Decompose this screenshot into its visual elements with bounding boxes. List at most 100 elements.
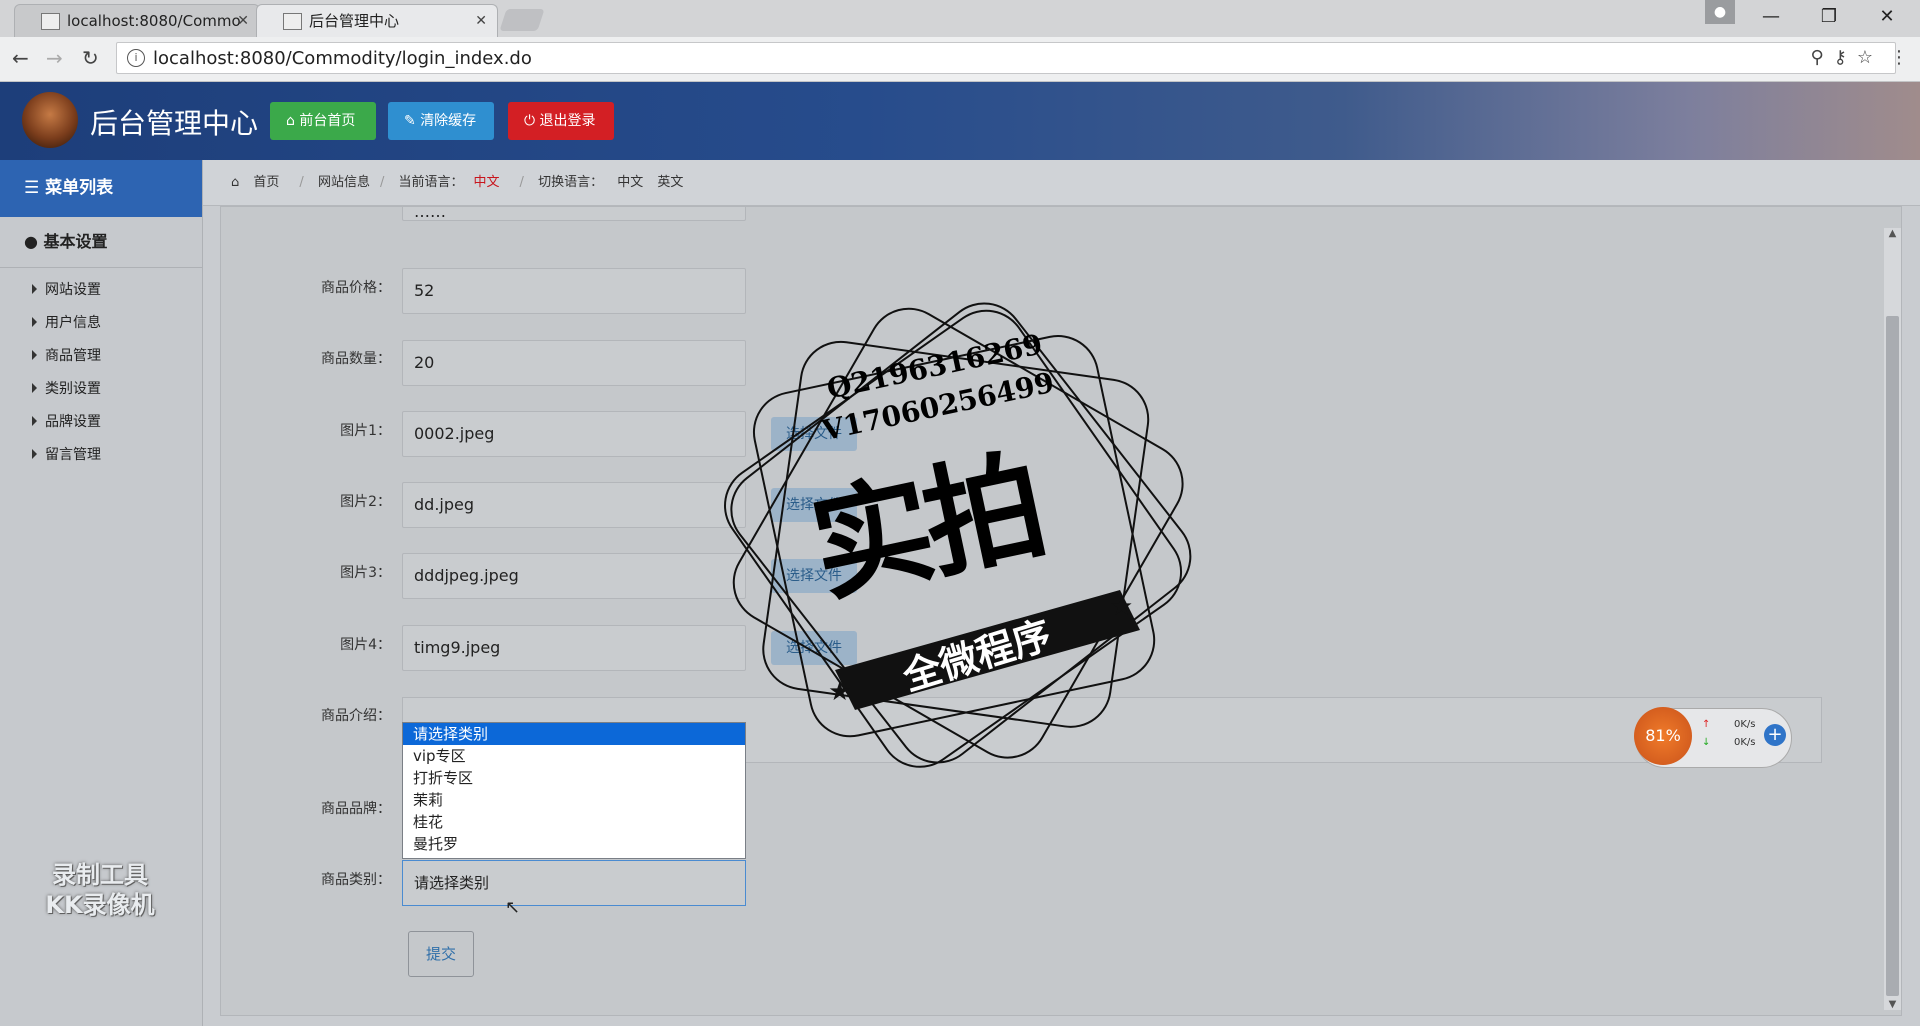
minimize-icon[interactable]: — — [1742, 0, 1800, 34]
site-info-icon[interactable]: i — [127, 49, 145, 67]
close-tab-icon[interactable]: ✕ — [237, 5, 249, 37]
image4-label: 图片4： — [340, 637, 391, 653]
close-window-icon[interactable]: ✕ — [1858, 0, 1916, 34]
close-tab-icon[interactable]: ✕ — [475, 5, 487, 37]
dropdown-option[interactable]: 打折专区 — [403, 767, 745, 789]
image1-input[interactable]: 0002.jpeg — [402, 411, 746, 457]
price-label: 商品价格： — [321, 280, 391, 296]
scroll-down-icon[interactable]: ▼ — [1884, 999, 1901, 1010]
sidebar-item-category-settings[interactable]: 类别设置 — [0, 373, 202, 406]
image1-choose-file-button[interactable]: 选择文件 — [771, 417, 857, 451]
breadcrumb-site-info[interactable]: 网站信息 — [318, 175, 370, 190]
sidebar-item-site-settings[interactable]: 网站设置 — [0, 274, 202, 307]
wrench-icon: ✎ — [404, 113, 416, 129]
quantity-label: 商品数量： — [321, 351, 391, 367]
image2-input[interactable]: dd.jpeg — [402, 482, 746, 528]
dropdown-option[interactable]: 曼托罗 — [403, 833, 745, 855]
url-text: localhost:8080/Commodity/login_index.do — [153, 48, 532, 69]
address-bar[interactable]: i localhost:8080/Commodity/login_index.d… — [116, 42, 1896, 74]
sidebar-item-user-info[interactable]: 用户信息 — [0, 307, 202, 340]
image1-label: 图片1： — [340, 423, 391, 439]
watermark-line: 录制工具 — [52, 861, 148, 889]
watermark-line: KK录像机 — [45, 891, 155, 919]
caret-right-icon — [32, 449, 37, 459]
image3-choose-file-button[interactable]: 选择文件 — [771, 559, 857, 593]
caret-right-icon — [32, 383, 37, 393]
app-header: 后台管理中心 ⌂ 前台首页 ✎ 清除缓存 ⏻ 退出登录 — [0, 82, 1920, 160]
caret-right-icon — [32, 317, 37, 327]
sidebar-item-label: 类别设置 — [45, 381, 101, 397]
image2-label: 图片2： — [340, 494, 391, 510]
caret-right-icon — [32, 350, 37, 360]
plus-icon[interactable]: + — [1764, 724, 1786, 746]
image3-input[interactable]: dddjpeg.jpeg — [402, 553, 746, 599]
zoom-icon[interactable]: ⚲ — [1810, 47, 1833, 68]
dropdown-option[interactable]: 茉莉 — [403, 789, 745, 811]
breadcrumb-home-label: 首页 — [253, 175, 280, 190]
lang-english-link[interactable]: 英文 — [657, 175, 683, 190]
image4-choose-file-button[interactable]: 选择文件 — [771, 631, 857, 665]
page-title: 后台管理中心 — [90, 107, 259, 140]
dropdown-option[interactable]: vip专区 — [403, 745, 745, 767]
reload-icon[interactable]: ↻ — [82, 46, 99, 70]
browser-tab-title: 后台管理中心 — [309, 12, 400, 30]
sidebar-item-brand-settings[interactable]: 品牌设置 — [0, 406, 202, 439]
page-favicon-icon — [41, 13, 60, 30]
user-profile-icon[interactable]: ● — [1705, 0, 1735, 24]
current-language-label: 当前语言： — [398, 175, 464, 190]
bookmark-star-icon[interactable]: ☆ — [1857, 47, 1883, 68]
content-scrollbar[interactable]: ▲ ▼ — [1884, 228, 1901, 1010]
browser-menu-icon[interactable]: ⋮ — [1890, 47, 1908, 68]
new-tab-button[interactable] — [499, 9, 545, 31]
sidebar-item-label: 网站设置 — [45, 282, 101, 298]
browser-tab[interactable]: localhost:8080/Commo ✕ — [14, 4, 260, 37]
forward-arrow-icon[interactable]: → — [46, 46, 63, 70]
clear-cache-button[interactable]: ✎ 清除缓存 — [388, 102, 494, 140]
browser-tab-active[interactable]: 后台管理中心 ✕ — [256, 4, 498, 37]
restore-icon[interactable]: ❐ — [1800, 0, 1858, 34]
image4-input[interactable]: timg9.jpeg — [402, 625, 746, 671]
price-input[interactable]: 52 — [402, 268, 746, 314]
dropdown-option[interactable]: 请选择类别 — [403, 723, 745, 745]
sidebar-item-product-mgmt[interactable]: 商品管理 — [0, 340, 202, 373]
browser-tab-strip: localhost:8080/Commo ✕ 后台管理中心 ✕ ● — ❐ ✕ — [0, 0, 1920, 37]
breadcrumb: ⌂ 首页 / 网站信息 / 当前语言： 中文 / 切换语言： 中文 英文 — [203, 160, 1920, 206]
scroll-up-icon[interactable]: ▲ — [1884, 228, 1901, 239]
download-rate: 0K/s — [1734, 737, 1756, 748]
category-select[interactable]: 请选择类别 — [402, 860, 746, 906]
partial-field[interactable]: …… — [402, 207, 746, 221]
image2-choose-file-button[interactable]: 选择文件 — [771, 488, 857, 522]
category-label: 商品类别： — [321, 872, 391, 888]
category-dropdown-list: 请选择类别 vip专区 打折专区 茉莉 桂花 曼托罗 — [402, 722, 746, 859]
upload-rate: 0K/s — [1734, 719, 1756, 730]
lang-chinese-link[interactable]: 中文 — [617, 175, 643, 190]
breadcrumb-home[interactable]: ⌂ 首页 — [231, 175, 289, 190]
menu-list-header: ☰ 菜单列表 — [0, 160, 202, 217]
back-arrow-icon[interactable]: ← — [12, 46, 29, 70]
intro-label: 商品介绍： — [321, 708, 391, 724]
key-icon[interactable]: ⚷ — [1834, 47, 1857, 68]
image3-label: 图片3： — [340, 565, 391, 581]
avatar — [22, 92, 78, 148]
network-speed-widget[interactable]: 81% ↑ ↓ 0K/s 0K/s + — [1634, 707, 1792, 768]
clear-cache-label: 清除缓存 — [420, 113, 477, 129]
upload-arrow-icon: ↑ — [1702, 719, 1711, 730]
sidebar-item-label: 用户信息 — [45, 315, 101, 331]
front-home-button[interactable]: ⌂ 前台首页 — [270, 102, 376, 140]
sidebar-item-message-mgmt[interactable]: 留言管理 — [0, 439, 202, 472]
caret-right-icon — [32, 284, 37, 294]
recorder-watermark: 录制工具 KK录像机 — [30, 860, 170, 920]
scrollbar-thumb[interactable] — [1886, 316, 1899, 996]
submit-button[interactable]: 提交 — [408, 931, 474, 977]
sidebar-item-label: 留言管理 — [45, 447, 101, 463]
dropdown-option[interactable]: 桂花 — [403, 811, 745, 833]
quantity-input[interactable]: 20 — [402, 340, 746, 386]
sidebar-group-basic[interactable]: ● 基本设置 — [0, 217, 202, 268]
product-form-panel: …… 商品价格： 52 商品数量： 20 图片1： 0002.jpeg 选择文件… — [220, 206, 1902, 1016]
switch-language-label: 切换语言： — [538, 175, 604, 190]
browser-tab-title: localhost:8080/Commo — [67, 12, 241, 30]
caret-right-icon — [32, 416, 37, 426]
logout-button[interactable]: ⏻ 退出登录 — [508, 102, 614, 140]
mouse-cursor-icon: ↖ — [505, 897, 521, 918]
brand-label: 商品品牌： — [321, 801, 391, 817]
